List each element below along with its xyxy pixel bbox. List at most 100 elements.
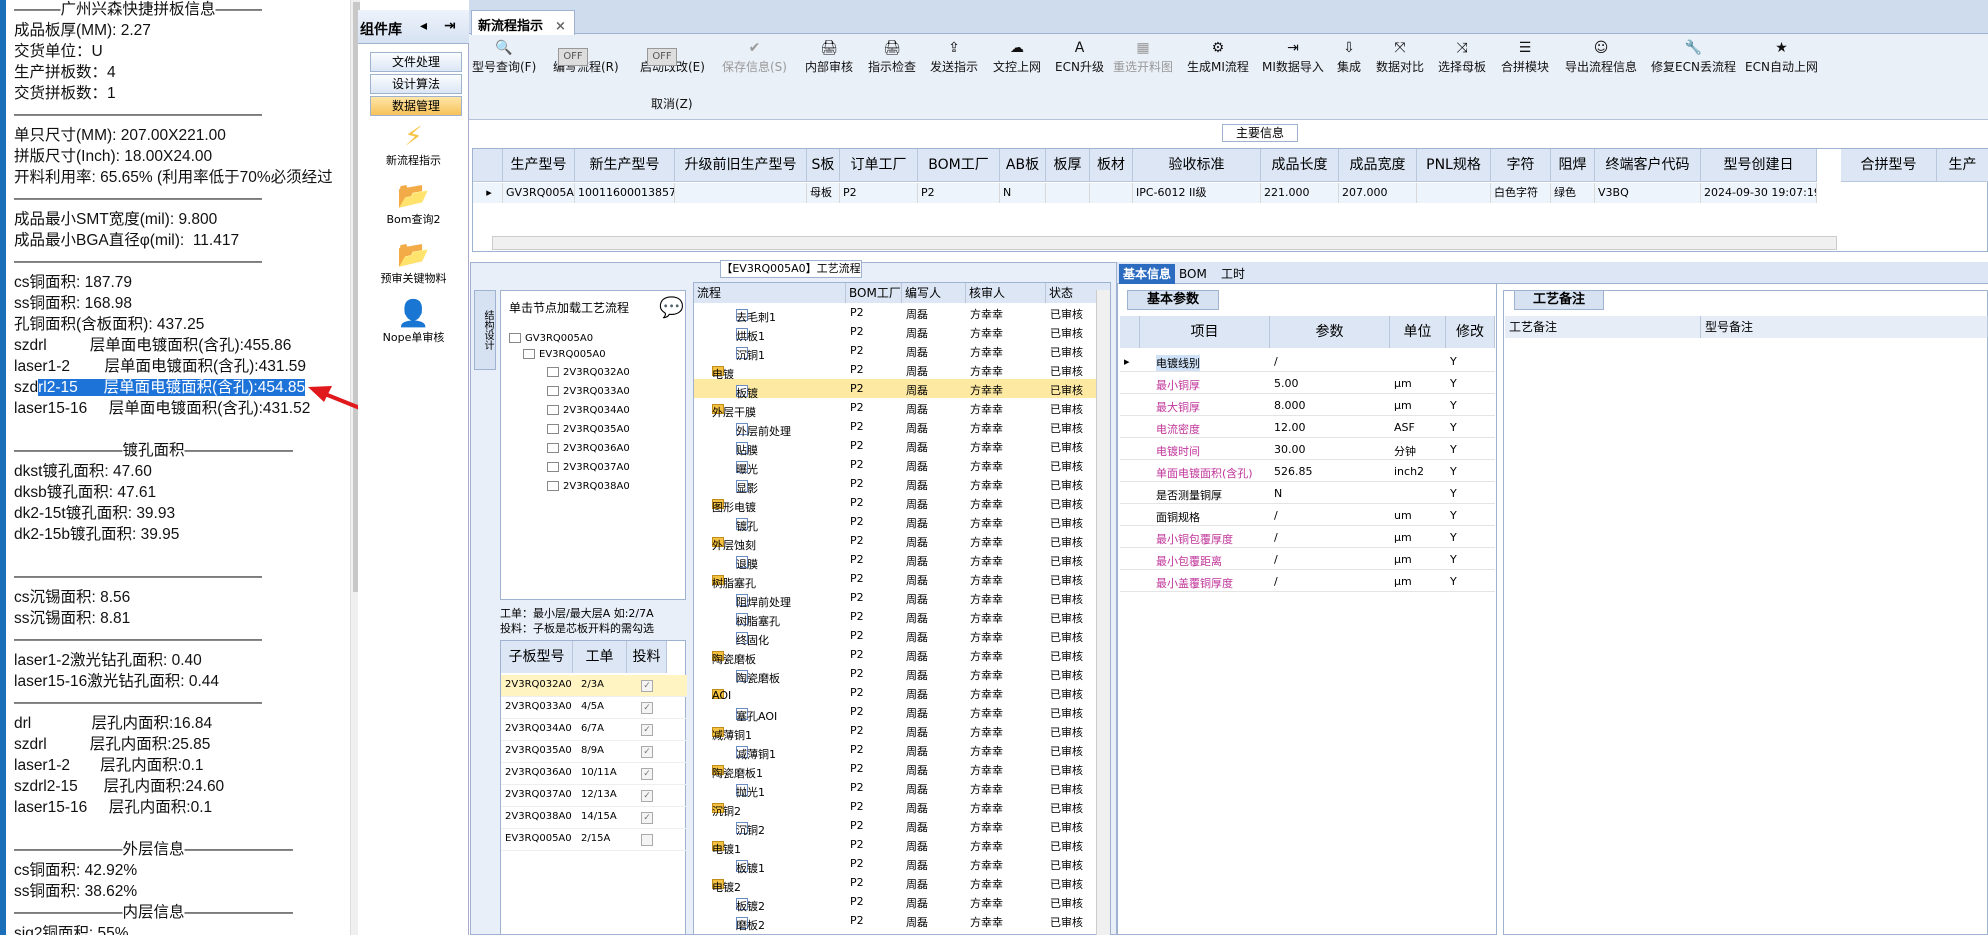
toolbar-button-18[interactable]: 🔧 修复ECN丢流程	[1651, 38, 1736, 75]
tree-node[interactable]: 2V3RQ037A0	[547, 462, 630, 473]
toolbar-button-5[interactable]: 🖨 内部审核	[805, 38, 853, 75]
grid-horizontal-scrollbar[interactable]	[492, 236, 1837, 250]
sub-row[interactable]: EV3RQ005A0 2/15A	[501, 829, 687, 851]
feed-checkbox[interactable]: ✓	[641, 746, 653, 758]
flow-row[interactable]: 电镀2 P2 周磊 方幸幸 已审核	[694, 873, 1110, 894]
flow-row[interactable]: 磨板2 P2 周磊 方幸幸 已审核	[694, 911, 1110, 932]
flow-row[interactable]: 树脂塞孔 P2 周磊 方幸幸 已审核	[694, 607, 1110, 628]
comp-button-2[interactable]: 数据管理	[370, 96, 462, 116]
comp-item-2[interactable]: 📂 预审关键物料	[358, 240, 469, 286]
notepad-panel[interactable]: ———广州兴森快捷拼板信息——— 成品板厚(MM): 2.27 交货单位：U 生产拼板…	[0, 0, 360, 935]
comp-item-3[interactable]: 👤 Nope单审核	[358, 299, 469, 345]
flow-row[interactable]: 外层前处理 P2 周磊 方幸幸 已审核	[694, 417, 1110, 438]
flow-row[interactable]: 电镀 P2 周磊 方幸幸 已审核	[694, 360, 1110, 381]
comp-item-1[interactable]: 📂 Bom查询2	[358, 181, 469, 227]
flow-row[interactable]: 烘板1 P2 周磊 方幸幸 已审核	[694, 322, 1110, 343]
flow-row[interactable]: 塞孔AOI P2 周磊 方幸幸 已审核	[694, 702, 1110, 723]
toolbar-button-3[interactable]: 取消(Z)	[651, 95, 693, 112]
toolbar-button-9[interactable]: A ECN升级	[1055, 38, 1104, 75]
comp-item-0[interactable]: ⚡ 新流程指示	[358, 122, 469, 168]
tree-node[interactable]: EV3RQ005A0	[523, 349, 606, 360]
toggle-switch-0[interactable]: OFF	[558, 48, 588, 66]
feed-checkbox[interactable]: ✓	[641, 724, 653, 736]
flow-row[interactable]: 图形电镀 P2 周磊 方幸幸 已审核	[694, 493, 1110, 514]
basic-row[interactable]: 单面电镀面积(含孔) 526.85 inch2 Y	[1120, 460, 1495, 482]
basic-row[interactable]: 电流密度 12.00 ASF Y	[1120, 416, 1495, 438]
sub-row[interactable]: 2V3RQ035A0 8/9A ✓	[501, 741, 687, 763]
toolbar-button-15[interactable]: ⤨ 选择母板	[1438, 38, 1486, 75]
sub-row[interactable]: 2V3RQ033A0 4/5A ✓	[501, 697, 687, 719]
sub-row[interactable]: 2V3RQ038A0 14/15A ✓	[501, 807, 687, 829]
comp-button-0[interactable]: 文件处理	[370, 52, 462, 72]
tree-node[interactable]: 2V3RQ034A0	[547, 405, 630, 416]
flow-row[interactable]: 显影 P2 周磊 方幸幸 已审核	[694, 474, 1110, 495]
tree-node[interactable]: 2V3RQ036A0	[547, 443, 630, 454]
basic-row[interactable]: 最小铜厚 5.00 μm Y	[1120, 372, 1495, 394]
flow-row[interactable]: 外层蚀刻 P2 周磊 方幸幸 已审核	[694, 531, 1110, 552]
tree-node[interactable]: 2V3RQ038A0	[547, 481, 630, 492]
basic-tab-2[interactable]: 工时	[1217, 264, 1249, 284]
feed-checkbox[interactable]: ✓	[641, 768, 653, 780]
flow-row[interactable]: 板镀1 P2 周磊 方幸幸 已审核	[694, 854, 1110, 875]
sub-row[interactable]: 2V3RQ036A0 10/11A ✓	[501, 763, 687, 785]
toolbar-button-19[interactable]: ★ ECN自动上网	[1745, 38, 1818, 75]
flow-row[interactable]: 贴膜 P2 周磊 方幸幸 已审核	[694, 436, 1110, 457]
flow-row[interactable]: 镀孔 P2 周磊 方幸幸 已审核	[694, 512, 1110, 533]
toolbar-button-12[interactable]: ⇥ MI数据导入	[1262, 38, 1324, 75]
tree-node[interactable]: GV3RQ005A0	[509, 333, 593, 344]
feed-checkbox[interactable]: ✓	[641, 790, 653, 802]
basic-row[interactable]: 面铜规格 / um Y	[1120, 504, 1495, 526]
toolbar-button-11[interactable]: ⚙ 生成MI流程	[1187, 38, 1249, 75]
toolbar-button-14[interactable]: ⤧ 数据对比	[1376, 38, 1424, 75]
toolbar-button-16[interactable]: ☰ 合拼模块	[1501, 38, 1549, 75]
basic-row[interactable]: 最小铜包覆厚度 / μm Y	[1120, 526, 1495, 548]
flow-row[interactable]: 外层干膜P2周磊方幸幸已审核	[694, 398, 1110, 419]
toolbar-button-13[interactable]: ⇩ 集成	[1337, 38, 1361, 75]
toolbar-button-6[interactable]: 🖨 指示检查	[868, 38, 916, 75]
feed-checkbox[interactable]	[641, 834, 653, 846]
toolbar-button-8[interactable]: ☁ 文控上网	[993, 38, 1041, 75]
tree-node[interactable]: 2V3RQ035A0	[547, 424, 630, 435]
flow-row[interactable]: 沉铜1 P2 周磊 方幸幸 已审核	[694, 341, 1110, 362]
flow-row[interactable]: 板镀2 P2 周磊 方幸幸 已审核	[694, 892, 1110, 913]
toolbar-button-7[interactable]: ⇪ 发送指示	[930, 38, 978, 75]
flow-row[interactable]: 抛光1 P2 周磊 方幸幸 已审核	[694, 778, 1110, 799]
flow-row[interactable]: 陶瓷磨板1 P2 周磊 方幸幸 已审核	[694, 759, 1110, 780]
flow-row[interactable]: 去毛刺1 P2 周磊 方幸幸 已审核	[694, 303, 1110, 324]
flow-row[interactable]: 树脂塞孔 P2 周磊 方幸幸 已审核	[694, 569, 1110, 590]
feed-checkbox[interactable]: ✓	[641, 812, 653, 824]
flow-row[interactable]: 沉铜2 P2 周磊 方幸幸 已审核	[694, 816, 1110, 837]
flow-row[interactable]: 减薄铜1 P2 周磊 方幸幸 已审核	[694, 740, 1110, 761]
sub-row[interactable]: 2V3RQ032A0 2/3A ✓	[501, 675, 687, 697]
basic-tab-0[interactable]: 基本信息	[1119, 264, 1176, 284]
toolbar-button-4[interactable]: ✔ 保存信息(S)	[722, 38, 787, 75]
basic-row[interactable]: ▸ 电镀线别 / Y	[1120, 350, 1495, 372]
feed-checkbox[interactable]: ✓	[641, 702, 653, 714]
flow-row[interactable]: 曝光 P2 周磊 方幸幸 已审核	[694, 455, 1110, 476]
flow-row[interactable]: 外层干膜P2周磊方幸幸已审核	[694, 930, 1110, 934]
flow-row[interactable]: 陶瓷磨板 P2 周磊 方幸幸 已审核	[694, 645, 1110, 666]
basic-row[interactable]: 最小包覆距离 / μm Y	[1120, 548, 1495, 570]
sub-row[interactable]: 2V3RQ037A0 12/13A ✓	[501, 785, 687, 807]
basic-row[interactable]: 电镀时间 30.00 分钟 Y	[1120, 438, 1495, 460]
toolbar-button-17[interactable]: ☺ 导出流程信息	[1565, 38, 1637, 75]
flow-row[interactable]: 退膜 P2 周磊 方幸幸 已审核	[694, 550, 1110, 571]
tab-new-process[interactable]: 新流程指示 ×	[471, 10, 575, 35]
toolbar-button-10[interactable]: ▦ 重选开料图	[1113, 38, 1173, 75]
structure-design-tab[interactable]: 结构设计	[474, 290, 496, 370]
flow-row[interactable]: 沉铜2 P2 周磊 方幸幸 已审核	[694, 797, 1110, 818]
basic-row[interactable]: 最大铜厚 8.000 μm Y	[1120, 394, 1495, 416]
dock-icon[interactable]: ⇥	[444, 18, 456, 34]
flow-row[interactable]: 减薄铜1 P2 周磊 方幸幸 已审核	[694, 721, 1110, 742]
flow-row[interactable]: 电镀1 P2 周磊 方幸幸 已审核	[694, 835, 1110, 856]
tree-node[interactable]: 2V3RQ033A0	[547, 386, 630, 397]
basic-row[interactable]: 是否测量铜厚 N Y	[1120, 482, 1495, 504]
pin-left-icon[interactable]: ◂	[420, 18, 427, 34]
comp-button-1[interactable]: 设计算法	[370, 74, 462, 94]
flow-row[interactable]: 板镀 P2 周磊 方幸幸 已审核	[694, 379, 1110, 400]
flow-row[interactable]: 陶瓷磨板 P2 周磊 方幸幸 已审核	[694, 664, 1110, 685]
basic-row[interactable]: 最小盖覆铜厚度 / μm Y	[1120, 570, 1495, 592]
toggle-switch-1[interactable]: OFF	[647, 48, 677, 66]
flow-row[interactable]: AOI P2 周磊 方幸幸 已审核	[694, 683, 1110, 702]
feed-checkbox[interactable]: ✓	[641, 680, 653, 692]
